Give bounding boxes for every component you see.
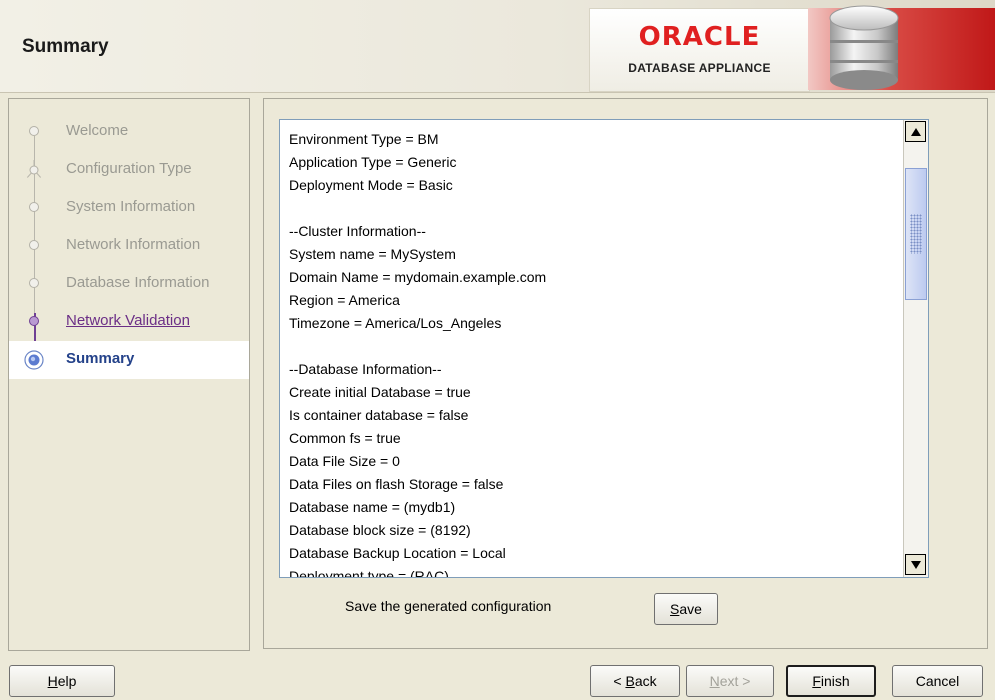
step-system-information: System Information xyxy=(9,189,249,227)
mnemonic: F xyxy=(812,673,821,689)
summary-line: Deployment type = (RAC) xyxy=(289,568,449,578)
summary-textarea[interactable]: Environment Type = BM Application Type =… xyxy=(279,119,929,578)
cancel-button[interactable]: Cancel xyxy=(892,665,983,697)
button-label-rest: inish xyxy=(820,673,850,689)
summary-line: Common fs = true xyxy=(289,430,401,446)
header-divider xyxy=(0,92,995,93)
save-config-label: Save the generated configuration xyxy=(345,598,552,614)
database-icon xyxy=(829,5,899,90)
mnemonic: N xyxy=(709,673,720,689)
step-network-validation[interactable]: Network Validation xyxy=(9,303,249,341)
button-label: Next > xyxy=(710,673,751,689)
summary-line: Is container database = false xyxy=(289,407,469,423)
summary-line: Deployment Mode = Basic xyxy=(289,177,453,193)
step-bullet-icon xyxy=(29,240,39,250)
mnemonic: S xyxy=(670,601,680,617)
logo-brand: ORACLE xyxy=(638,22,761,52)
summary-line: Environment Type = BM xyxy=(289,131,439,147)
summary-line: Region = America xyxy=(289,292,400,308)
summary-line: --Cluster Information-- xyxy=(289,223,426,239)
grip-icon xyxy=(910,214,922,254)
mnemonic: B xyxy=(625,673,635,689)
step-link[interactable]: Network Validation xyxy=(66,312,190,329)
step-network-information: Network Information xyxy=(9,227,249,265)
summary-line: Domain Name = mydomain.example.com xyxy=(289,269,547,285)
step-bullet-icon xyxy=(29,202,39,212)
summary-line: Database name = (mydb1) xyxy=(289,499,456,515)
step-summary: Summary xyxy=(9,341,249,379)
summary-line: Database block size = (8192) xyxy=(289,522,471,538)
button-label-rest: ext > xyxy=(719,673,751,689)
button-label: Cancel xyxy=(915,673,960,689)
scroll-up-button[interactable] xyxy=(905,121,926,142)
wizard-header: Summary ORACLE DATABASE APPLIANCE xyxy=(0,0,995,92)
next-button[interactable]: Next > xyxy=(686,665,774,697)
help-button[interactable]: Help xyxy=(9,665,115,697)
arrow-down-icon xyxy=(910,561,921,569)
step-branch-icon xyxy=(25,160,43,180)
back-button[interactable]: < Back xyxy=(590,665,680,697)
summary-line: System name = MySystem xyxy=(289,246,456,262)
summary-line xyxy=(289,197,899,220)
button-label-rest: ack xyxy=(634,673,657,689)
button-label-rest: ave xyxy=(679,601,702,617)
step-current-icon xyxy=(24,350,44,370)
summary-line: Timezone = America/Los_Angeles xyxy=(289,315,502,331)
summary-line: Data File Size = 0 xyxy=(289,453,400,469)
summary-line: Database Backup Location = Local xyxy=(289,545,506,561)
summary-line: Create initial Database = true xyxy=(289,384,471,400)
step-label: Database Information xyxy=(66,274,210,291)
step-label: System Information xyxy=(66,198,196,215)
step-bullet-icon xyxy=(29,278,39,288)
arrow-up-icon xyxy=(910,128,921,136)
wizard-steps: Welcome Configuration Type System Inform… xyxy=(8,98,250,651)
scroll-thumb[interactable] xyxy=(905,168,927,300)
step-label: Configuration Type xyxy=(66,160,192,177)
step-label: Welcome xyxy=(66,122,129,139)
summary-line: --Database Information-- xyxy=(289,361,442,377)
step-label: Summary xyxy=(66,350,135,367)
step-bullet-icon xyxy=(29,126,39,136)
save-button[interactable]: Save xyxy=(654,593,718,625)
logo-product: DATABASE APPLIANCE xyxy=(628,61,771,75)
summary-line: Data Files on flash Storage = false xyxy=(289,476,504,492)
vertical-scrollbar[interactable] xyxy=(903,120,928,577)
step-database-information: Database Information xyxy=(9,265,249,303)
oracle-logo: ORACLE DATABASE APPLIANCE xyxy=(589,8,810,92)
button-label-prefix: < xyxy=(613,673,626,689)
step-welcome: Welcome xyxy=(9,113,249,151)
finish-button[interactable]: Finish xyxy=(786,665,876,697)
step-label: Network Information xyxy=(66,236,201,253)
summary-line xyxy=(289,335,899,358)
summary-line: Application Type = Generic xyxy=(289,154,457,170)
mnemonic: H xyxy=(47,673,58,689)
summary-content: Environment Type = BM Application Type =… xyxy=(289,128,899,578)
button-label-rest: elp xyxy=(57,673,77,689)
step-configuration-type: Configuration Type xyxy=(9,151,249,189)
page-title: Summary xyxy=(22,36,109,57)
step-visited-icon xyxy=(29,316,39,326)
scroll-down-button[interactable] xyxy=(905,554,926,575)
